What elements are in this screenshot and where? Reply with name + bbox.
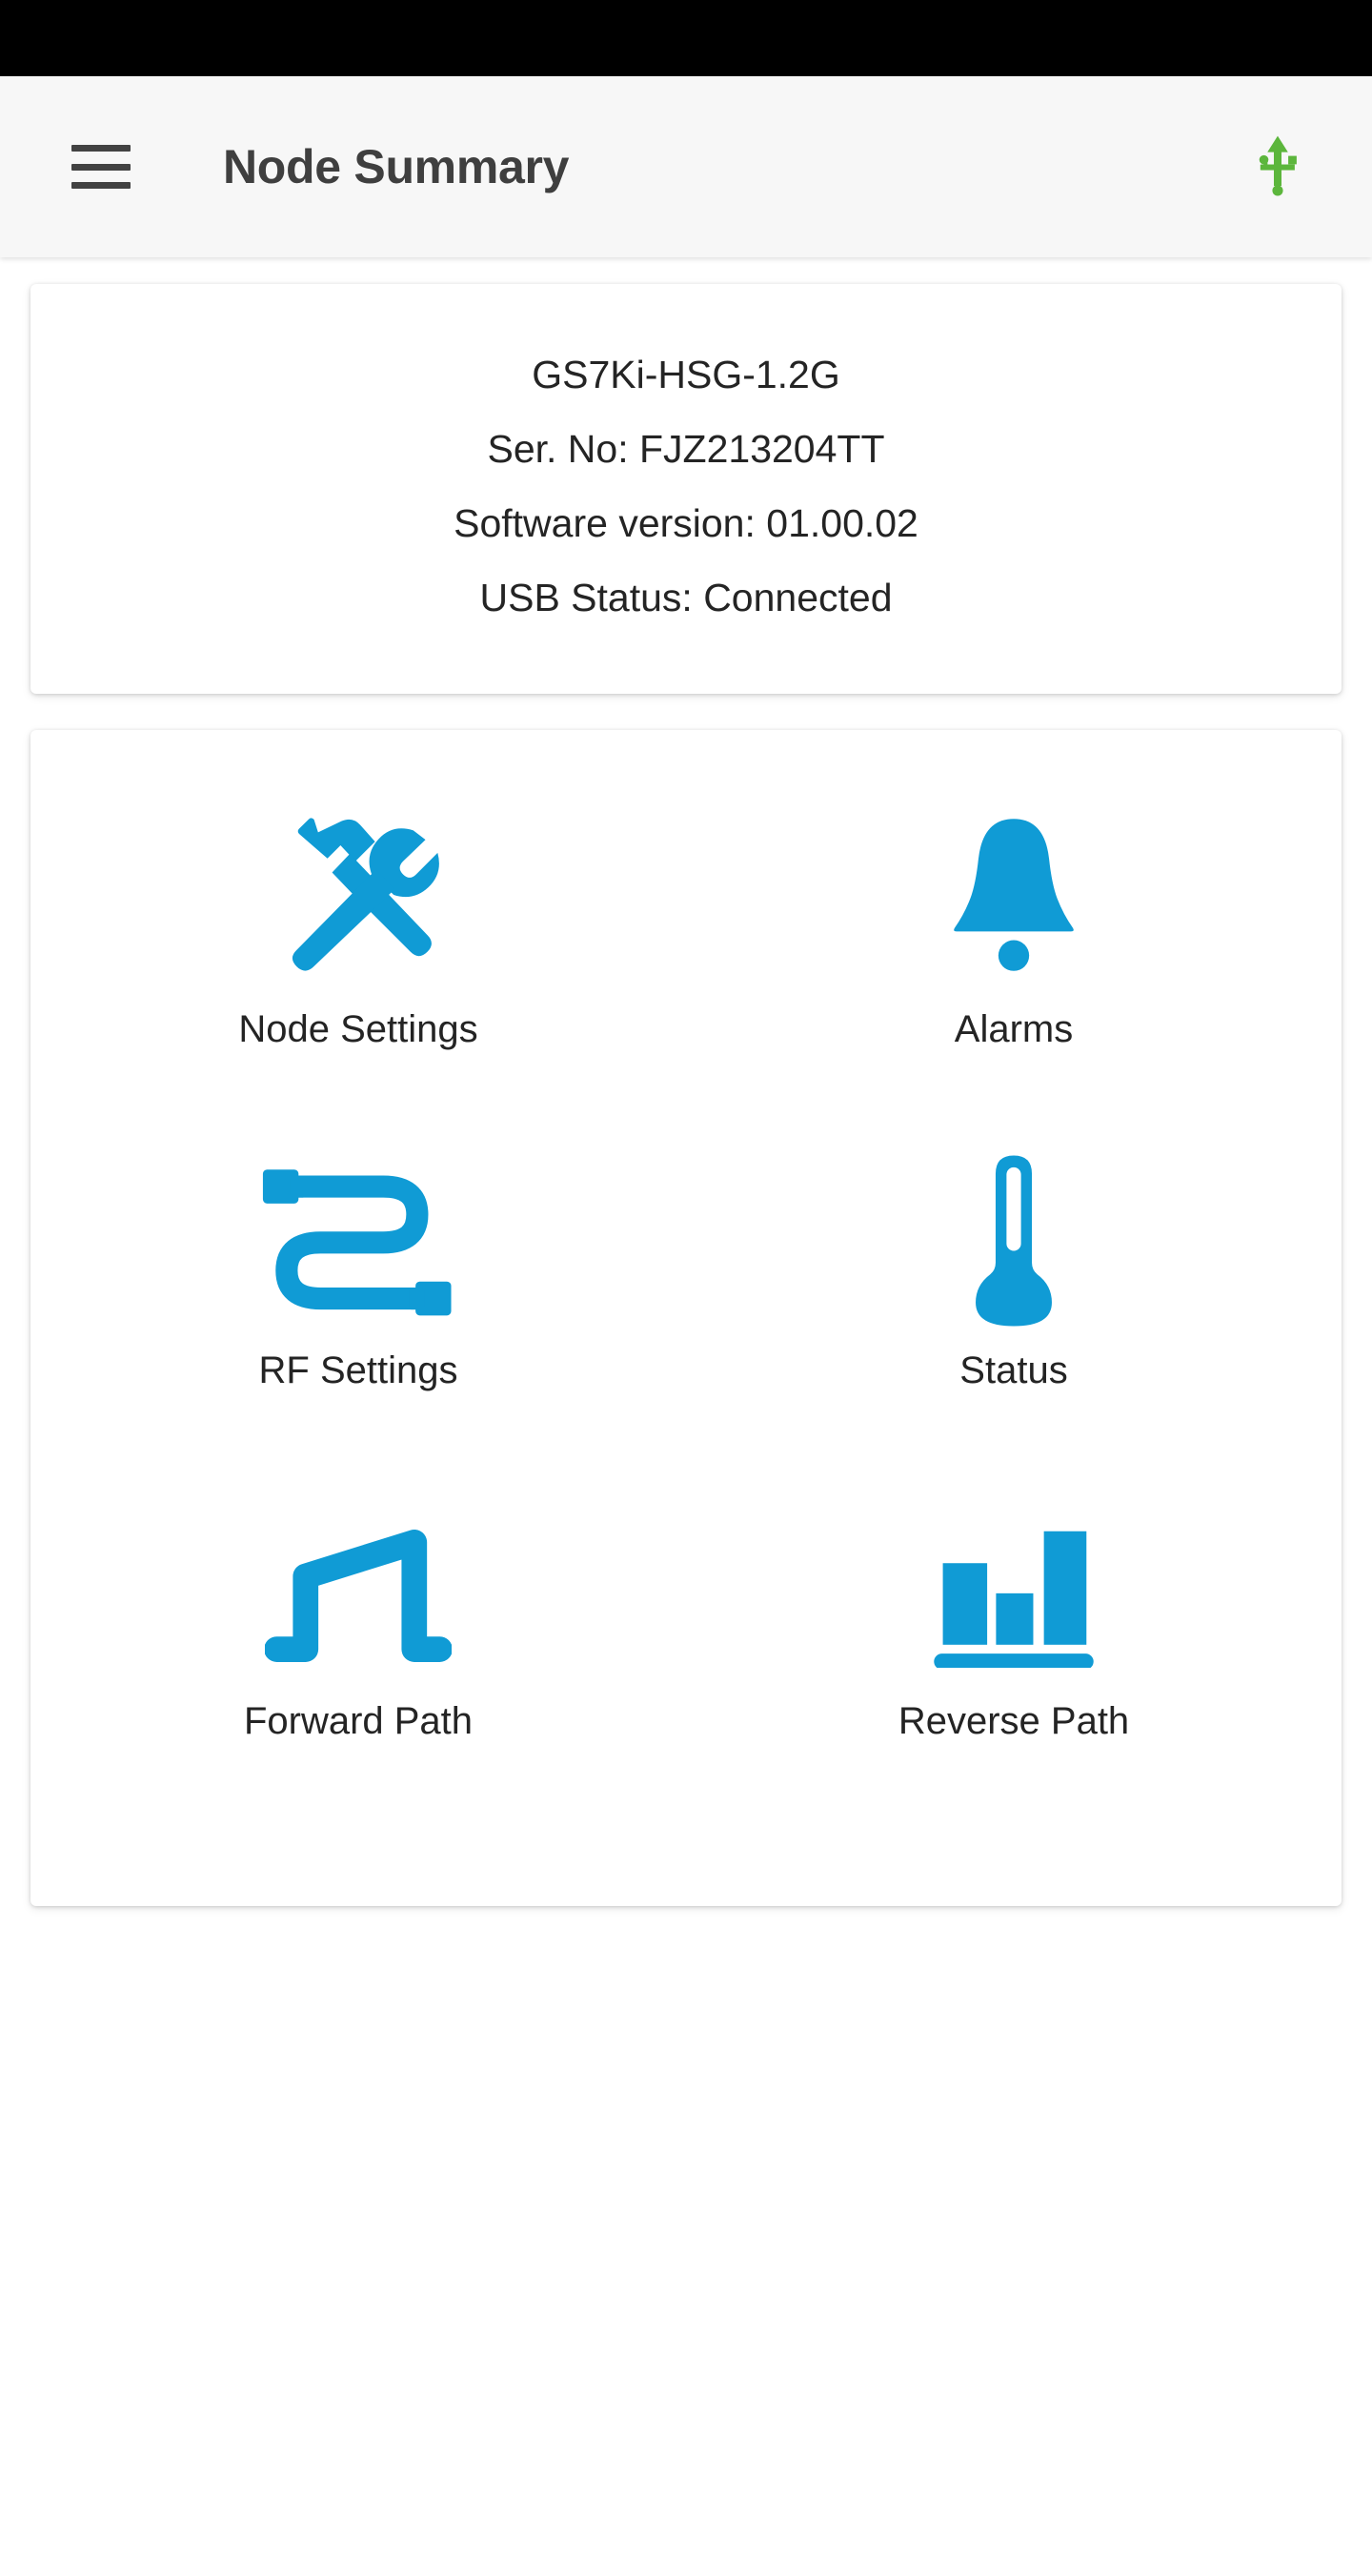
app-root: Node Summary GS7Ki-HSG-1.2G Ser. No: FJZ… — [0, 0, 1372, 2576]
hamburger-menu-icon[interactable] — [71, 145, 131, 189]
menu-item-forward-path[interactable]: Forward Path — [30, 1496, 686, 1847]
menu-item-alarms[interactable]: Alarms — [686, 795, 1342, 1146]
system-status-bar — [0, 0, 1372, 76]
menu-item-label: Alarms — [954, 1008, 1074, 1050]
usb-status-text: USB Status: Connected — [479, 576, 893, 619]
app-bar: Node Summary — [0, 76, 1372, 257]
serial-number-text: Ser. No: FJZ213204TT — [487, 427, 885, 471]
page-title: Node Summary — [223, 140, 570, 193]
device-info-card: GS7Ki-HSG-1.2G Ser. No: FJZ213204TT Soft… — [30, 284, 1342, 694]
thermometer-icon — [958, 1146, 1070, 1336]
menu-item-rf-settings[interactable]: RF Settings — [30, 1146, 686, 1496]
device-model-text: GS7Ki-HSG-1.2G — [532, 353, 840, 396]
hamburger-line — [71, 163, 131, 171]
menu-item-status[interactable]: Status — [686, 1146, 1342, 1496]
menu-item-reverse-path[interactable]: Reverse Path — [686, 1496, 1342, 1847]
rf-cable-icon — [261, 1146, 456, 1336]
menu-item-label: Forward Path — [243, 1700, 474, 1742]
usb-connected-icon[interactable] — [1242, 132, 1313, 202]
forward-path-signal-icon — [265, 1496, 452, 1687]
menu-item-label: Reverse Path — [898, 1700, 1130, 1742]
menu-item-label: Node Settings — [238, 1008, 478, 1050]
bell-icon — [923, 795, 1104, 995]
menu-item-node-settings[interactable]: Node Settings — [30, 795, 686, 1146]
hamburger-line — [71, 182, 131, 189]
menu-item-label: RF Settings — [258, 1349, 458, 1391]
menu-item-label: Status — [959, 1349, 1068, 1391]
hamburger-line — [71, 145, 131, 152]
reverse-path-bar-chart-icon — [924, 1496, 1103, 1687]
menu-grid: Node Settings Alarms RF Settings Status … — [30, 795, 1342, 1847]
menu-card: Node Settings Alarms RF Settings Status … — [30, 730, 1342, 1906]
software-version-text: Software version: 01.00.02 — [454, 501, 918, 545]
content-area: GS7Ki-HSG-1.2G Ser. No: FJZ213204TT Soft… — [0, 284, 1372, 1906]
hammer-wrench-icon — [265, 795, 452, 995]
